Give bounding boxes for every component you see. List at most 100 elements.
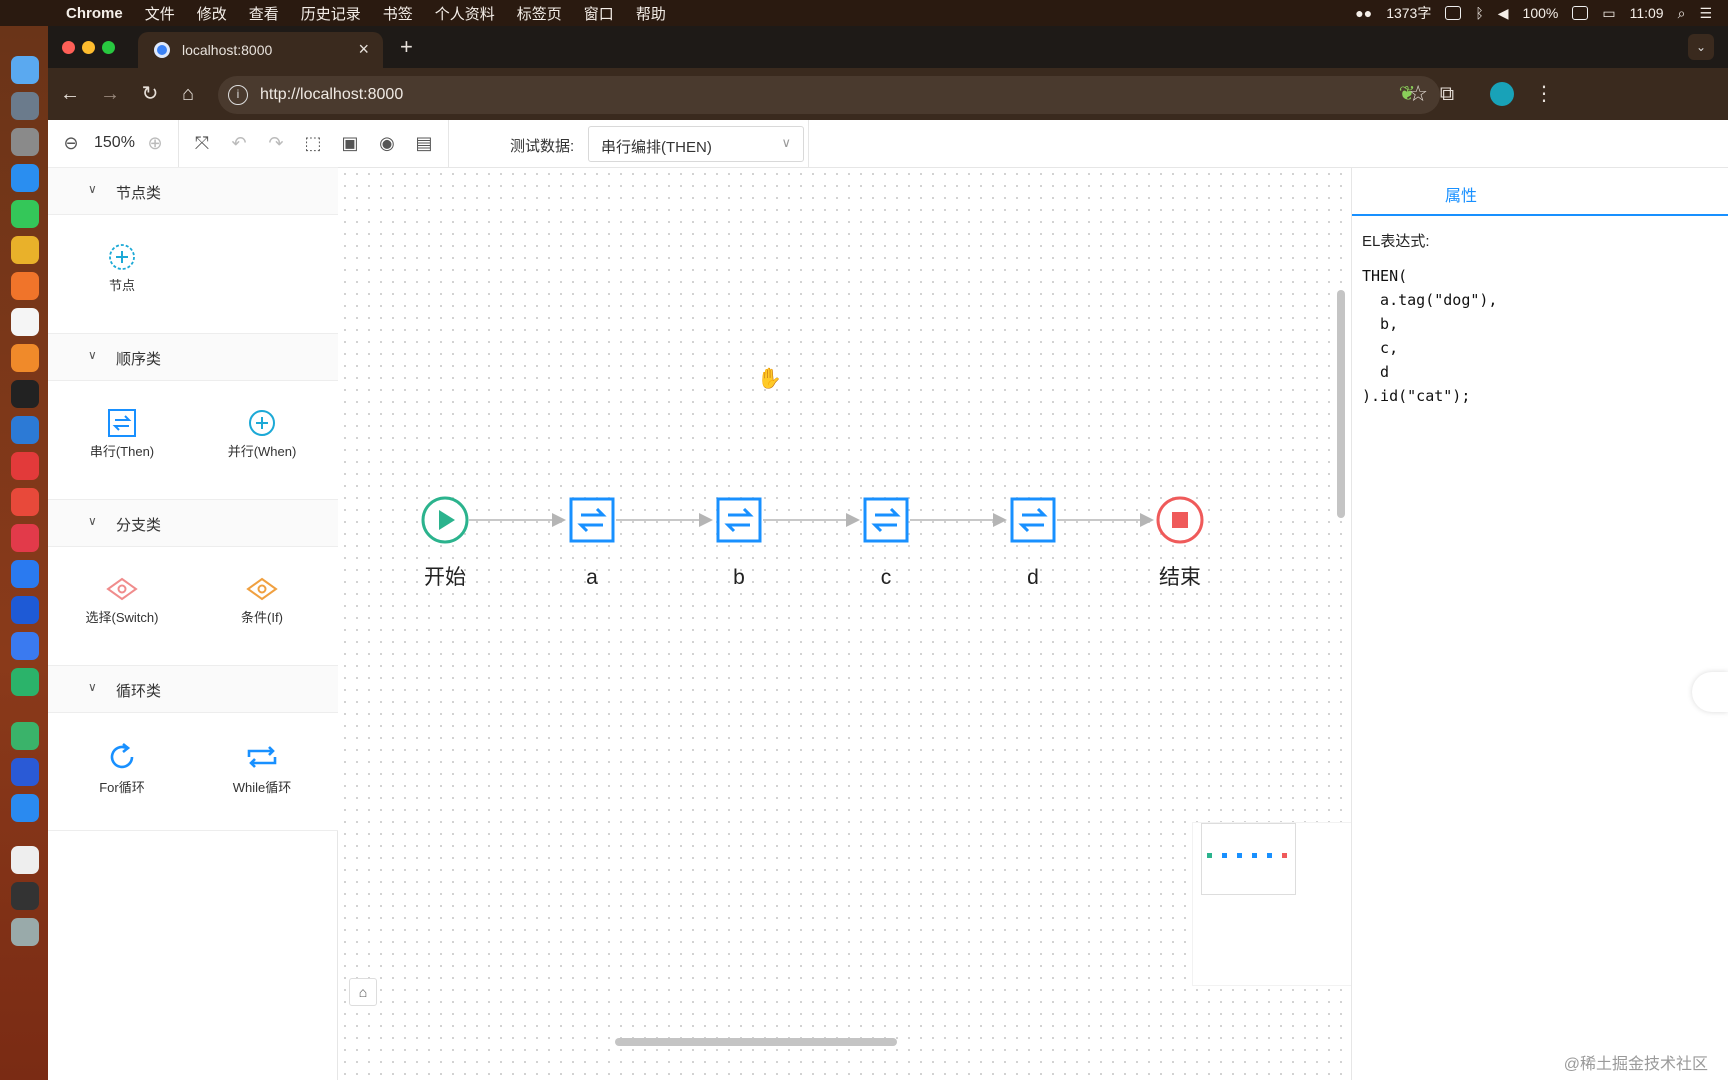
battery-icon[interactable]: [1572, 6, 1589, 20]
menu-tabs[interactable]: 标签页: [517, 3, 562, 24]
minimap[interactable]: [1192, 822, 1356, 986]
chrome-icon[interactable]: [11, 236, 39, 264]
zoom-window-button[interactable]: [102, 41, 115, 54]
wechat-status-icon[interactable]: ●●: [1355, 5, 1372, 21]
vscode-icon[interactable]: [11, 416, 39, 444]
reset-view-home-icon[interactable]: ⌂: [349, 978, 377, 1006]
tab-properties[interactable]: 属性: [1352, 168, 1728, 216]
home-icon[interactable]: ⌂: [174, 80, 202, 108]
flow-edge[interactable]: [616, 513, 713, 527]
group-header-nodes[interactable]: ∨ 节点类: [48, 167, 338, 215]
vertical-scrollbar[interactable]: [1337, 290, 1345, 518]
flow-node-d[interactable]: d: [1010, 497, 1056, 589]
extensions-puzzle-icon[interactable]: ⧉: [1433, 80, 1461, 108]
evernote-icon[interactable]: [11, 668, 39, 696]
books-icon[interactable]: [11, 344, 39, 372]
menu-window[interactable]: 窗口: [584, 3, 614, 24]
finder-icon[interactable]: [11, 56, 39, 84]
clock[interactable]: 11:09: [1630, 5, 1664, 21]
browser-app-icon[interactable]: [11, 632, 39, 660]
close-window-button[interactable]: [62, 41, 75, 54]
lark-icon[interactable]: [11, 560, 39, 588]
flow-edge[interactable]: [469, 513, 566, 527]
switch-icon: [106, 577, 138, 601]
group-header-loop[interactable]: ∨ 循环类: [48, 665, 338, 713]
airplay-icon[interactable]: ▭: [1602, 5, 1615, 22]
app-menu-chrome[interactable]: Chrome: [66, 5, 123, 22]
menu-view[interactable]: 查看: [249, 3, 279, 24]
back-icon[interactable]: ←: [56, 80, 84, 108]
volume-icon[interactable]: ◀: [1498, 5, 1509, 22]
control-center-icon[interactable]: ☰: [1699, 5, 1712, 22]
app-store-icon[interactable]: [11, 164, 39, 192]
url-text[interactable]: http://localhost:8000: [260, 86, 403, 104]
select-area-icon[interactable]: ⬚: [302, 132, 324, 154]
sourcetree-icon[interactable]: [11, 794, 39, 822]
launchpad-icon[interactable]: [11, 92, 39, 120]
menu-edit[interactable]: 修改: [197, 3, 227, 24]
address-bar[interactable]: i http://localhost:8000 ☆: [218, 76, 1440, 114]
fit-to-screen-icon[interactable]: ⤧: [191, 132, 213, 154]
menu-file[interactable]: 文件: [145, 3, 175, 24]
preview-eye-icon[interactable]: ◉: [376, 132, 398, 154]
trash-icon[interactable]: [11, 918, 39, 946]
video-player-icon[interactable]: [11, 596, 39, 624]
firefox-icon[interactable]: [11, 272, 39, 300]
horizontal-scrollbar[interactable]: [615, 1038, 897, 1046]
menu-bookmarks[interactable]: 书签: [383, 3, 413, 24]
wechat-icon[interactable]: [11, 200, 39, 228]
flow-node-end[interactable]: 结束: [1156, 496, 1204, 589]
palette-item-while-loop[interactable]: While循环: [202, 741, 322, 796]
zoom-out-icon[interactable]: ⊖: [60, 132, 82, 154]
spotlight-search-icon[interactable]: ⌕: [1678, 5, 1686, 22]
group-header-sequence[interactable]: ∨ 顺序类: [48, 333, 338, 381]
palette-item-then[interactable]: 串行(Then): [62, 409, 182, 460]
group-header-branch[interactable]: ∨ 分支类: [48, 499, 338, 547]
profile-avatar[interactable]: [1490, 82, 1514, 106]
reload-icon[interactable]: ↻: [136, 80, 164, 108]
redo-icon[interactable]: ↷: [265, 132, 287, 154]
xmind-icon[interactable]: [11, 488, 39, 516]
flow-edge[interactable]: [1057, 513, 1154, 527]
flow-node-start[interactable]: 开始: [421, 496, 469, 589]
menu-profile[interactable]: 个人资料: [435, 3, 495, 24]
save-icon[interactable]: ▣: [339, 132, 361, 154]
side-extension-leaf-icon[interactable]: [1692, 672, 1728, 712]
calendar-icon[interactable]: [11, 308, 39, 336]
minimize-window-button[interactable]: [82, 41, 95, 54]
close-tab-icon[interactable]: ×: [358, 39, 369, 60]
test-data-select[interactable]: 串行编排(THEN) ∨: [588, 126, 804, 162]
folder-icon[interactable]: [11, 846, 39, 874]
flow-edge[interactable]: [763, 513, 860, 527]
flow-node-a[interactable]: a: [569, 497, 615, 589]
menu-history[interactable]: 历史记录: [301, 3, 361, 24]
layout-icon[interactable]: ▤: [413, 132, 435, 154]
palette-item-for-loop[interactable]: For循环: [62, 741, 182, 796]
site-info-icon[interactable]: i: [228, 85, 248, 105]
wps-icon[interactable]: [11, 758, 39, 786]
palette-item-if[interactable]: 条件(If): [202, 575, 322, 626]
flow-node-b[interactable]: b: [716, 497, 762, 589]
palette-item-switch[interactable]: 选择(Switch): [62, 575, 182, 626]
tab-search-chevron-icon[interactable]: ⌄: [1688, 34, 1714, 60]
browser-tab[interactable]: localhost:8000 ×: [138, 32, 383, 68]
music-app-icon[interactable]: [11, 452, 39, 480]
zoom-in-icon[interactable]: ⊕: [144, 132, 166, 154]
palette-item-node[interactable]: 节点: [62, 243, 182, 294]
input-method-icon[interactable]: [1445, 6, 1462, 20]
flow-node-c[interactable]: c: [863, 497, 909, 589]
netease-music-icon[interactable]: [11, 524, 39, 552]
forward-icon[interactable]: →: [96, 80, 124, 108]
undo-icon[interactable]: ↶: [228, 132, 250, 154]
bluetooth-icon[interactable]: ᛒ: [1475, 5, 1483, 21]
settings-icon[interactable]: [11, 128, 39, 156]
terminal-icon[interactable]: [11, 380, 39, 408]
extension-leaf-icon[interactable]: ❦: [1393, 80, 1421, 108]
flow-edge[interactable]: [910, 513, 1007, 527]
screenshot-app-icon[interactable]: [11, 882, 39, 910]
new-tab-icon[interactable]: +: [400, 34, 413, 60]
palette-item-when[interactable]: 并行(When): [202, 409, 322, 460]
browser-menu-icon[interactable]: ⋮: [1530, 80, 1558, 108]
editor-app-icon[interactable]: [11, 722, 39, 750]
menu-help[interactable]: 帮助: [636, 3, 666, 24]
